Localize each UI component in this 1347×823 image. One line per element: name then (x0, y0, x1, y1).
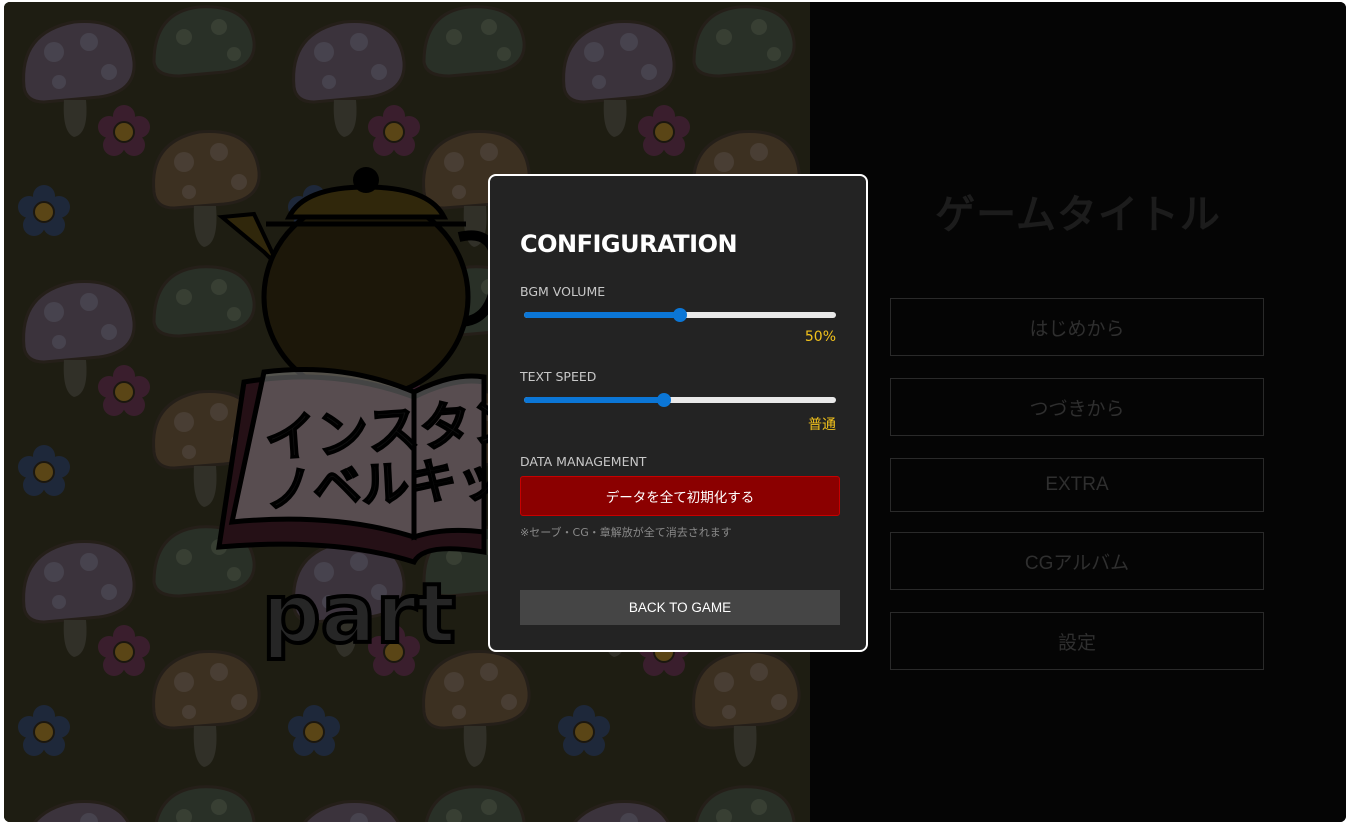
cg-album-button[interactable]: CGアルバム (890, 532, 1264, 590)
text-speed-value: 普通 (808, 417, 836, 433)
configuration-dialog: CONFIGURATION BGM VOLUME 50% TEXT SPEED … (488, 174, 868, 652)
bgm-volume-value: 50% (804, 329, 836, 345)
new-game-button[interactable]: はじめから (890, 298, 1264, 356)
text-speed-thumb[interactable] (657, 393, 672, 407)
data-management-label: DATA MANAGEMENT (520, 454, 647, 469)
settings-button[interactable]: 設定 (890, 612, 1264, 670)
bgm-volume-fill (524, 312, 680, 318)
reset-all-data-button[interactable]: データを全て初期化する (520, 476, 840, 516)
bgm-volume-slider[interactable] (524, 308, 836, 322)
dialog-title: CONFIGURATION (520, 230, 738, 258)
text-speed-fill (524, 397, 665, 403)
continue-button[interactable]: つづきから (890, 378, 1264, 436)
game-title: ゲームタイトル (935, 192, 1221, 238)
text-speed-slider[interactable] (524, 393, 836, 407)
reset-warning-note: ※セーブ・CG・章解放が全て消去されます (520, 526, 732, 539)
back-to-game-button[interactable]: BACK TO GAME (520, 590, 840, 625)
title-menu-panel: ゲームタイトル はじめから つづきから EXTRA CGアルバム 設定 (810, 2, 1346, 822)
bgm-volume-thumb[interactable] (673, 308, 687, 322)
bgm-volume-label: BGM VOLUME (520, 284, 606, 299)
game-screen: インスタン ノベルキッ part ゲームタイトル はじめから つづきから EXT… (4, 2, 1346, 822)
extra-button[interactable]: EXTRA (890, 458, 1264, 512)
text-speed-label: TEXT SPEED (520, 369, 597, 384)
